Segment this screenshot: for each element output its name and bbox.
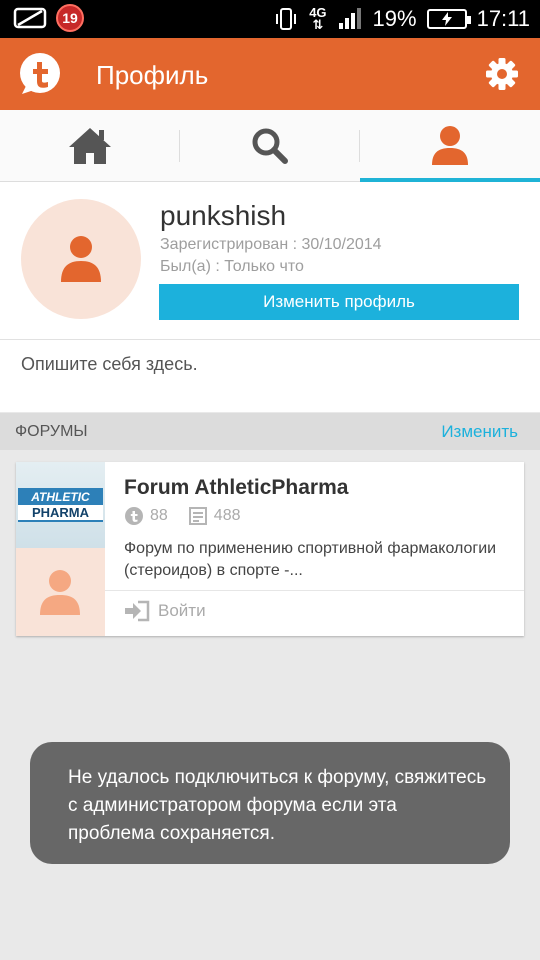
tab-home[interactable] xyxy=(0,110,180,182)
battery-percent: 19% xyxy=(372,6,417,31)
forum-logo: ATHLETIC PHARMA xyxy=(16,462,105,548)
clock: 17:11 xyxy=(476,6,530,31)
tab-bar xyxy=(0,110,540,183)
page-title: Профиль xyxy=(96,60,209,90)
username: punkshish xyxy=(160,200,287,231)
signal-icon xyxy=(338,8,361,29)
divider xyxy=(105,590,524,591)
home-icon xyxy=(69,128,111,164)
forum-card[interactable]: ATHLETIC PHARMA Forum AthleticPharma 88 … xyxy=(16,462,524,636)
vibrate-icon xyxy=(276,8,297,30)
battery-icon xyxy=(426,9,471,29)
forum-image-column: ATHLETIC PHARMA xyxy=(16,462,105,636)
tab-profile[interactable] xyxy=(360,110,540,183)
forum-login-button[interactable]: Войти xyxy=(124,600,206,622)
forum-description: Форум по применению спортивной фармаколо… xyxy=(124,540,497,579)
login-label: Войти xyxy=(158,601,206,620)
network-indicator: 4G ⇅ xyxy=(309,5,327,32)
search-icon xyxy=(252,128,288,164)
notification-badge: 19 xyxy=(56,4,84,32)
forum-members-count: 88 xyxy=(150,507,168,524)
forums-header: ФОРУМЫ Изменить xyxy=(0,413,540,450)
tapatalk-members-icon xyxy=(125,507,143,525)
forum-stats: 88 488 xyxy=(124,506,241,526)
forum-posts-count: 488 xyxy=(213,507,241,524)
app-bar: Профиль xyxy=(0,38,540,110)
user-icon xyxy=(61,236,101,282)
user-icon xyxy=(432,126,468,165)
forums-title: ФОРУМЫ xyxy=(15,423,88,440)
last-seen: Был(а) : Только что xyxy=(160,258,304,275)
gear-icon[interactable] xyxy=(484,56,520,92)
edit-profile-button[interactable]: Изменить профиль xyxy=(159,284,519,320)
login-icon xyxy=(125,600,150,622)
tab-search[interactable] xyxy=(180,110,360,182)
status-bar: 19 4G ⇅ 19% 17:11 xyxy=(0,0,540,38)
registered-date: Зарегистрирован : 30/10/2014 xyxy=(160,236,382,253)
about-section[interactable]: Опишите себя здесь. xyxy=(0,340,540,412)
profile-header: punkshish Зарегистрирован : 30/10/2014 Б… xyxy=(0,182,540,340)
forums-edit-link[interactable]: Изменить xyxy=(441,422,518,442)
posts-icon xyxy=(188,507,207,525)
forum-name[interactable]: Forum AthleticPharma xyxy=(124,476,348,500)
screen-off-icon xyxy=(13,7,47,29)
error-toast: Не удалось подключиться к форуму, свяжит… xyxy=(30,742,510,864)
toast-message: Не удалось подключиться к форуму, свяжит… xyxy=(68,767,487,844)
tapatalk-logo-icon[interactable] xyxy=(18,52,62,96)
avatar[interactable] xyxy=(21,199,141,319)
about-placeholder: Опишите себя здесь. xyxy=(21,354,198,374)
user-icon xyxy=(40,570,80,615)
